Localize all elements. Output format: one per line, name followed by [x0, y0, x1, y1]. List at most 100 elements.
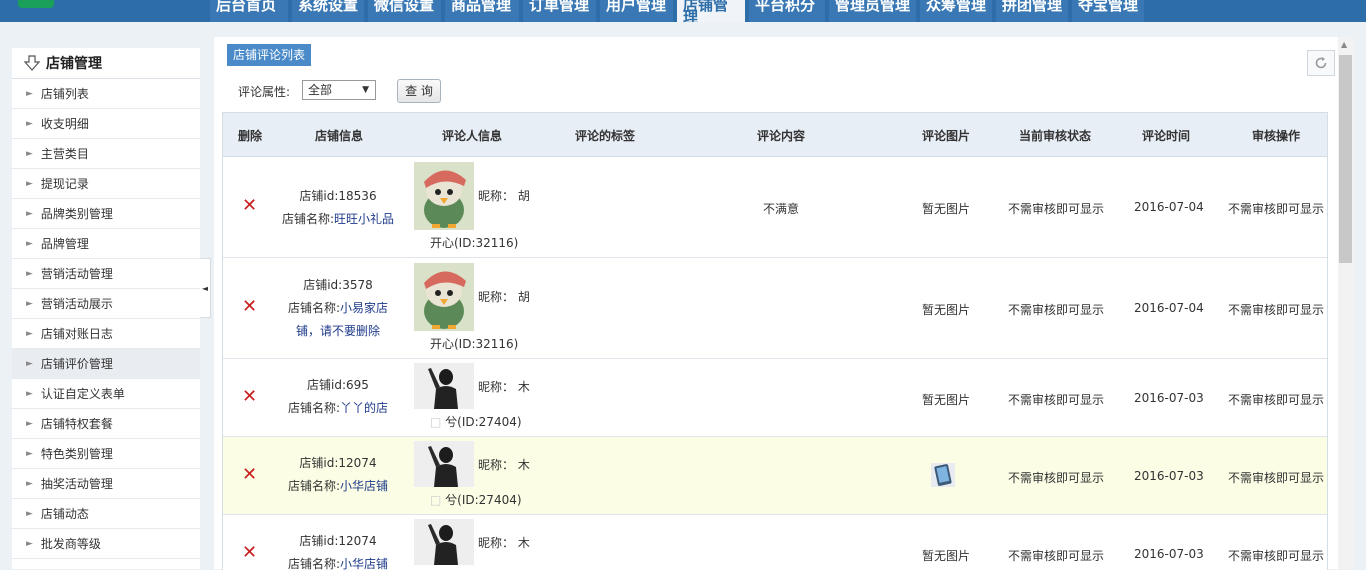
- delete-icon[interactable]: ✕: [242, 195, 257, 216]
- nav-item[interactable]: 管理员管理: [829, 0, 916, 22]
- review-action[interactable]: 不需审核即可显示: [1228, 547, 1324, 564]
- nav-item-active[interactable]: 店铺管理: [677, 0, 745, 22]
- nav-item[interactable]: 订单管理: [523, 0, 596, 22]
- reviewer-id: □ 兮(ID:27404): [430, 415, 522, 429]
- tab-review-list[interactable]: 店铺评论列表: [227, 44, 312, 66]
- shop-name-link[interactable]: 小华店铺: [340, 557, 388, 570]
- filter-label: 评论属性:: [238, 85, 291, 99]
- sidebar: 店铺管理 ► 店铺列表 ► 收支明细 ► 主营类目 ► 提现记录 ► 品牌类别管理 ► 品牌…: [12, 48, 200, 569]
- reviewer-nickname: 昵称： 木: [478, 536, 530, 550]
- review-image-text: 暂无图片: [922, 549, 971, 563]
- sidebar-item[interactable]: ► 营销活动展示: [12, 289, 200, 319]
- nav-item[interactable]: 用户管理: [600, 0, 673, 22]
- nav-item[interactable]: 夺宝管理: [1072, 0, 1144, 22]
- table-row: ✕ 店铺id:695 店铺名称:丫丫的店 昵称： 木 □ 兮(ID:27404)…: [223, 359, 1327, 437]
- review-image-text: 暂无图片: [922, 202, 971, 216]
- sidebar-item[interactable]: ► 认证自定义表单: [12, 379, 200, 409]
- shop-info: 店铺id:12074 店铺名称:小华店铺: [287, 456, 389, 493]
- sidebar-item[interactable]: ► 店铺动态: [12, 499, 200, 529]
- col-time: 评论时间: [1142, 129, 1191, 143]
- bullet-arrow-icon: ►: [26, 328, 33, 339]
- bullet-arrow-icon: ►: [26, 448, 33, 459]
- vertical-scrollbar[interactable]: ▲: [1338, 37, 1354, 569]
- review-action[interactable]: 不需审核即可显示: [1228, 469, 1324, 486]
- nav-item[interactable]: 众筹管理: [920, 0, 992, 22]
- shop-info: 店铺id:18536 店铺名称:旺旺小礼品: [281, 189, 395, 226]
- scroll-up-icon[interactable]: ▲: [1341, 40, 1347, 49]
- scrollbar-thumb[interactable]: [1339, 55, 1352, 263]
- col-tags: 评论的标签: [575, 129, 636, 143]
- sidebar-item[interactable]: ► 店铺特权套餐: [12, 409, 200, 439]
- refresh-icon: [1315, 57, 1327, 69]
- logo: [18, 0, 54, 8]
- bullet-arrow-icon: ►: [26, 298, 33, 309]
- reviewer-id: □ 兮(ID:27404): [430, 493, 522, 507]
- shop-name-link[interactable]: 小华店铺: [340, 479, 388, 493]
- review-action[interactable]: 不需审核即可显示: [1228, 301, 1324, 318]
- bullet-arrow-icon: ►: [26, 268, 33, 279]
- bullet-arrow-icon: ►: [26, 358, 33, 369]
- person-avatar: [414, 441, 474, 487]
- nav-item[interactable]: 系统设置: [292, 0, 364, 22]
- bullet-arrow-icon: ►: [26, 118, 33, 129]
- nav-item[interactable]: 商品管理: [445, 0, 519, 22]
- sidebar-item[interactable]: ► 批发商等级: [12, 529, 200, 559]
- main-nav: 后台首页 系统设置 微信设置 商品管理 订单管理 用户管理 店铺管理 平台积分 …: [210, 0, 1148, 22]
- sidebar-item[interactable]: ► 店铺列表: [12, 79, 200, 109]
- sidebar-item[interactable]: ► 营销活动管理: [12, 259, 200, 289]
- sidebar-title-text: 店铺管理: [46, 56, 102, 72]
- delete-icon[interactable]: ✕: [242, 386, 257, 407]
- shop-name-link[interactable]: 丫丫的店: [340, 401, 388, 415]
- refresh-button[interactable]: [1307, 50, 1335, 76]
- bullet-arrow-icon: ►: [26, 418, 33, 429]
- col-reviewer-info: 评论人信息: [442, 129, 503, 143]
- sidebar-item[interactable]: ► 特色类别管理: [12, 439, 200, 469]
- review-status: 不需审核即可显示: [1008, 202, 1105, 216]
- delete-icon[interactable]: ✕: [242, 296, 257, 317]
- nav-item[interactable]: 拼团管理: [996, 0, 1068, 22]
- tablet-thumbnail-icon[interactable]: [930, 462, 956, 488]
- review-image-text: 暂无图片: [922, 303, 971, 317]
- penguin-avatar: [414, 162, 474, 230]
- table-row: ✕ 店铺id:18536 店铺名称:旺旺小礼品 昵称： 胡 开心(ID:3211…: [223, 157, 1327, 258]
- reviewer-nickname: 昵称： 胡: [478, 290, 530, 304]
- delete-icon[interactable]: ✕: [242, 542, 257, 563]
- shop-name-link[interactable]: 小易家店: [340, 301, 388, 315]
- sidebar-item[interactable]: ► 品牌类别管理: [12, 199, 200, 229]
- sidebar-item[interactable]: ► 品牌管理: [12, 229, 200, 259]
- delete-icon[interactable]: ✕: [242, 464, 257, 485]
- table-row: ✕ 店铺id:12074 店铺名称:小华店铺 昵称： 木 暂无图片 不需审核即可…: [223, 515, 1327, 570]
- review-status: 不需审核即可显示: [1008, 471, 1105, 485]
- query-button[interactable]: 查 询: [397, 79, 441, 103]
- col-delete: 删除: [238, 129, 263, 143]
- bullet-arrow-icon: ►: [26, 538, 33, 549]
- bullet-arrow-icon: ►: [26, 148, 33, 159]
- reviewer-nickname: 昵称： 木: [478, 458, 530, 472]
- review-time: 2016-07-03: [1134, 547, 1204, 561]
- sidebar-item[interactable]: ► 主营类目: [12, 139, 200, 169]
- nav-item[interactable]: 后台首页: [210, 0, 288, 22]
- sidebar-collapse-handle[interactable]: ◄: [200, 258, 211, 318]
- review-action[interactable]: 不需审核即可显示: [1228, 200, 1324, 217]
- sidebar-item[interactable]: ► 抽奖活动管理: [12, 469, 200, 499]
- col-action: 审核操作: [1252, 129, 1301, 143]
- sidebar-title[interactable]: 店铺管理: [12, 48, 200, 79]
- penguin-avatar: [414, 263, 474, 331]
- nav-item[interactable]: 平台积分: [749, 0, 825, 22]
- sidebar-item[interactable]: ► 店铺对账日志: [12, 319, 200, 349]
- shop-name-link[interactable]: 铺，请不要删除: [273, 320, 403, 343]
- sidebar-item[interactable]: ► 收支明细: [12, 109, 200, 139]
- reviewer-nickname: 昵称： 胡: [478, 189, 530, 203]
- person-avatar: [414, 363, 474, 409]
- review-action[interactable]: 不需审核即可显示: [1228, 391, 1324, 408]
- bullet-arrow-icon: ►: [26, 238, 33, 249]
- review-time: 2016-07-04: [1134, 200, 1204, 214]
- reviewer-nickname: 昵称： 木: [478, 380, 530, 394]
- review-attribute-select[interactable]: 全部 ▼: [302, 80, 376, 100]
- nav-item[interactable]: 微信设置: [368, 0, 441, 22]
- sidebar-item-active[interactable]: ► 店铺评价管理: [12, 349, 200, 379]
- bullet-arrow-icon: ►: [26, 478, 33, 489]
- shop-name-link[interactable]: 旺旺小礼品: [334, 212, 394, 226]
- sidebar-item[interactable]: ► 提现记录: [12, 169, 200, 199]
- col-shop-info: 店铺信息: [315, 129, 364, 143]
